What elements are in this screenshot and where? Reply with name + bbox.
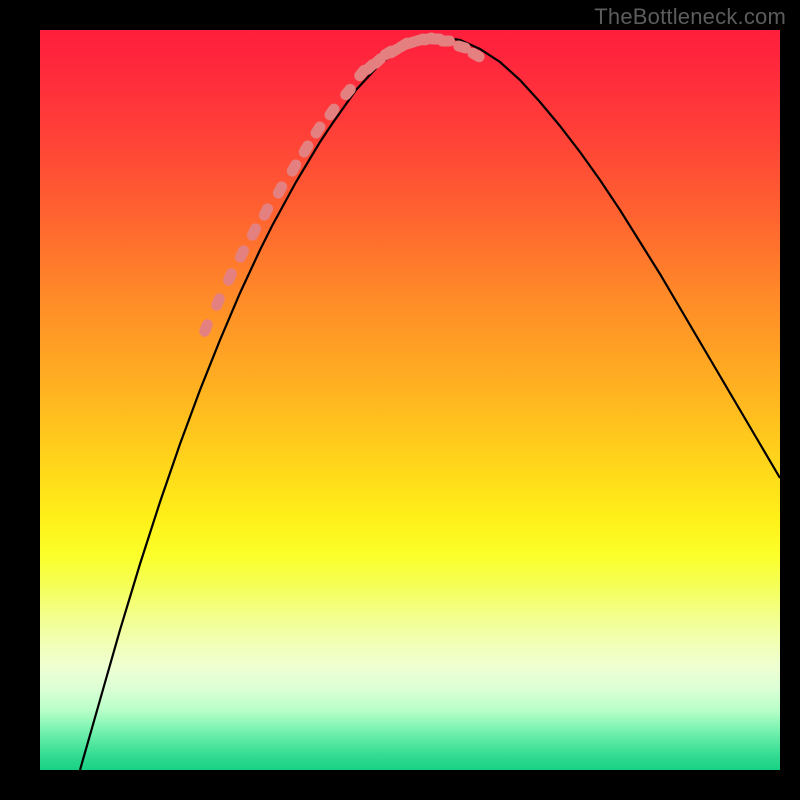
curve-marker <box>197 318 214 339</box>
curve-marker <box>209 292 226 313</box>
chart-frame: TheBottleneck.com <box>0 0 800 800</box>
chart-svg <box>40 30 780 770</box>
curve-marker <box>437 36 455 47</box>
curve-marker <box>322 101 341 122</box>
curve-marker <box>245 222 263 243</box>
curve-marker <box>338 82 358 103</box>
bottleneck-curve <box>80 37 780 770</box>
plot-area <box>40 30 780 770</box>
watermark-text: TheBottleneck.com <box>594 4 786 30</box>
curve-marker <box>221 267 238 288</box>
curve-marker <box>257 201 275 222</box>
curve-marker <box>309 119 328 140</box>
curve-marker <box>233 244 251 265</box>
